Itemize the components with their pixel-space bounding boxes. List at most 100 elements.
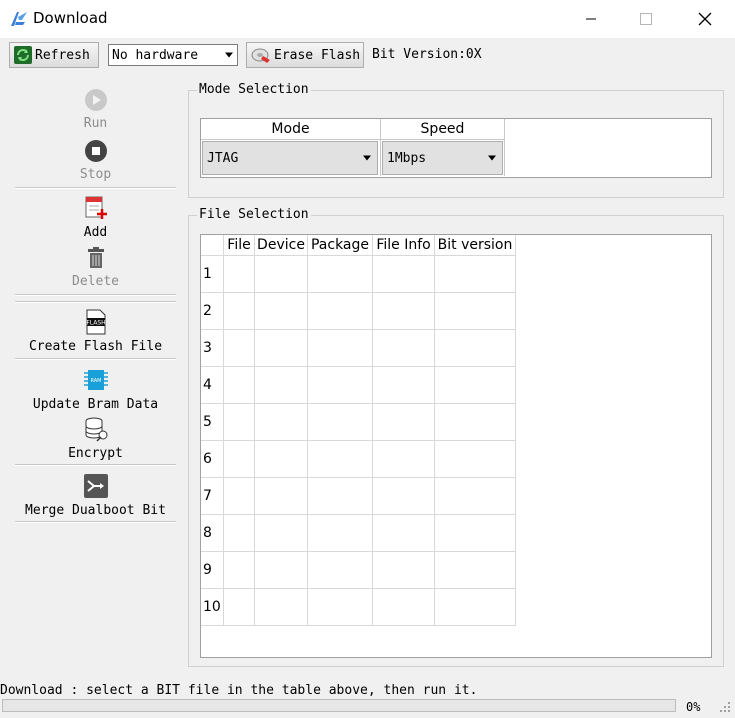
delete-button[interactable]: Delete (15, 246, 176, 289)
mode-table: Mode Speed JTAG 1Mbps (201, 119, 505, 176)
table-cell[interactable] (223, 403, 255, 441)
table-cell[interactable] (372, 255, 435, 293)
table-cell[interactable] (434, 292, 516, 330)
row-number: 10 (201, 588, 224, 626)
table-cell[interactable] (372, 588, 435, 626)
table-cell[interactable] (223, 514, 255, 552)
table-cell[interactable] (307, 255, 373, 293)
erase-flash-button[interactable]: Erase Flash (246, 42, 364, 68)
table-cell[interactable] (254, 551, 308, 589)
table-cell[interactable] (223, 551, 255, 589)
trash-icon (84, 246, 108, 274)
add-button[interactable]: Add (15, 195, 176, 240)
merge-dualboot-bit-label: Merge Dualboot Bit (25, 503, 166, 518)
speed-select[interactable]: 1Mbps (382, 141, 503, 175)
table-cell[interactable] (372, 477, 435, 515)
table-cell[interactable] (223, 366, 255, 404)
table-cell[interactable] (372, 440, 435, 478)
update-bram-data-label: Update Bram Data (32, 397, 159, 412)
table-row[interactable]: 3 (201, 329, 516, 367)
separator (15, 521, 176, 523)
table-row[interactable]: 4 (201, 366, 516, 404)
table-cell[interactable] (307, 588, 373, 626)
table-cell[interactable] (307, 329, 373, 367)
ram-chip-icon: RAM (83, 367, 109, 397)
table-cell[interactable] (223, 329, 255, 367)
update-bram-data-button[interactable]: RAM Update Bram Data (15, 367, 176, 412)
table-cell[interactable] (254, 477, 308, 515)
svg-text:RAM: RAM (90, 378, 101, 384)
speed-value: 1Mbps (387, 150, 427, 166)
table-cell[interactable] (307, 440, 373, 478)
row-number: 2 (201, 292, 224, 330)
column-header-file-info: File Info (372, 235, 435, 256)
table-cell[interactable] (372, 403, 435, 441)
table-cell[interactable] (434, 551, 516, 589)
table-row[interactable]: 10 (201, 588, 516, 626)
mode-select[interactable]: JTAG (202, 141, 378, 175)
database-key-icon (83, 416, 109, 446)
table-cell[interactable] (223, 440, 255, 478)
eraser-icon (251, 46, 271, 64)
table-row[interactable]: 6 (201, 440, 516, 478)
minimize-button[interactable] (568, 0, 614, 38)
table-cell[interactable] (254, 366, 308, 404)
stop-button[interactable]: Stop (15, 139, 176, 182)
table-cell[interactable] (307, 366, 373, 404)
table-cell[interactable] (307, 514, 373, 552)
table-cell[interactable] (307, 551, 373, 589)
run-button[interactable]: Run (15, 88, 176, 131)
table-cell[interactable] (307, 403, 373, 441)
table-cell[interactable] (372, 329, 435, 367)
resize-grip-icon[interactable] (718, 700, 732, 718)
row-number: 4 (201, 366, 224, 404)
table-cell[interactable] (254, 292, 308, 330)
table-cell[interactable] (434, 255, 516, 293)
table-cell[interactable] (372, 366, 435, 404)
merge-dualboot-bit-button[interactable]: Merge Dualboot Bit (15, 473, 176, 518)
table-cell[interactable] (434, 514, 516, 552)
table-cell[interactable] (254, 329, 308, 367)
table-cell[interactable] (223, 292, 255, 330)
erase-flash-label: Erase Flash (274, 47, 361, 63)
table-cell[interactable] (254, 255, 308, 293)
title-bar: Download (0, 0, 735, 38)
refresh-button[interactable]: Refresh (9, 42, 99, 68)
table-cell[interactable] (434, 477, 516, 515)
table-row[interactable]: 5 (201, 403, 516, 441)
table-cell[interactable] (223, 255, 255, 293)
table-cell[interactable] (434, 403, 516, 441)
table-cell[interactable] (223, 588, 255, 626)
add-file-icon (83, 195, 109, 225)
table-row[interactable]: 2 (201, 292, 516, 330)
table-row[interactable]: 7 (201, 477, 516, 515)
table-cell[interactable] (434, 588, 516, 626)
table-cell[interactable] (254, 440, 308, 478)
table-cell[interactable] (254, 588, 308, 626)
table-cell[interactable] (372, 514, 435, 552)
delete-label: Delete (72, 274, 119, 289)
hardware-select[interactable]: No hardware (108, 44, 238, 66)
table-cell[interactable] (372, 292, 435, 330)
separator (15, 464, 176, 466)
table-cell[interactable] (434, 440, 516, 478)
row-number: 9 (201, 551, 224, 589)
encrypt-button[interactable]: Encrypt (15, 416, 176, 461)
create-flash-file-button[interactable]: FLASH Create Flash File (15, 309, 176, 354)
speed-header: Speed (380, 119, 505, 140)
table-row[interactable]: 8 (201, 514, 516, 552)
bit-version-label: Bit Version:0X (372, 47, 482, 62)
add-label: Add (83, 225, 108, 240)
table-cell[interactable] (307, 292, 373, 330)
table-row[interactable]: 1 (201, 255, 516, 293)
table-cell[interactable] (434, 329, 516, 367)
table-cell[interactable] (223, 477, 255, 515)
table-cell[interactable] (372, 551, 435, 589)
close-button[interactable] (682, 0, 728, 38)
table-cell[interactable] (307, 477, 373, 515)
table-cell[interactable] (434, 366, 516, 404)
maximize-button[interactable] (623, 0, 669, 38)
table-cell[interactable] (254, 403, 308, 441)
table-row[interactable]: 9 (201, 551, 516, 589)
table-cell[interactable] (254, 514, 308, 552)
